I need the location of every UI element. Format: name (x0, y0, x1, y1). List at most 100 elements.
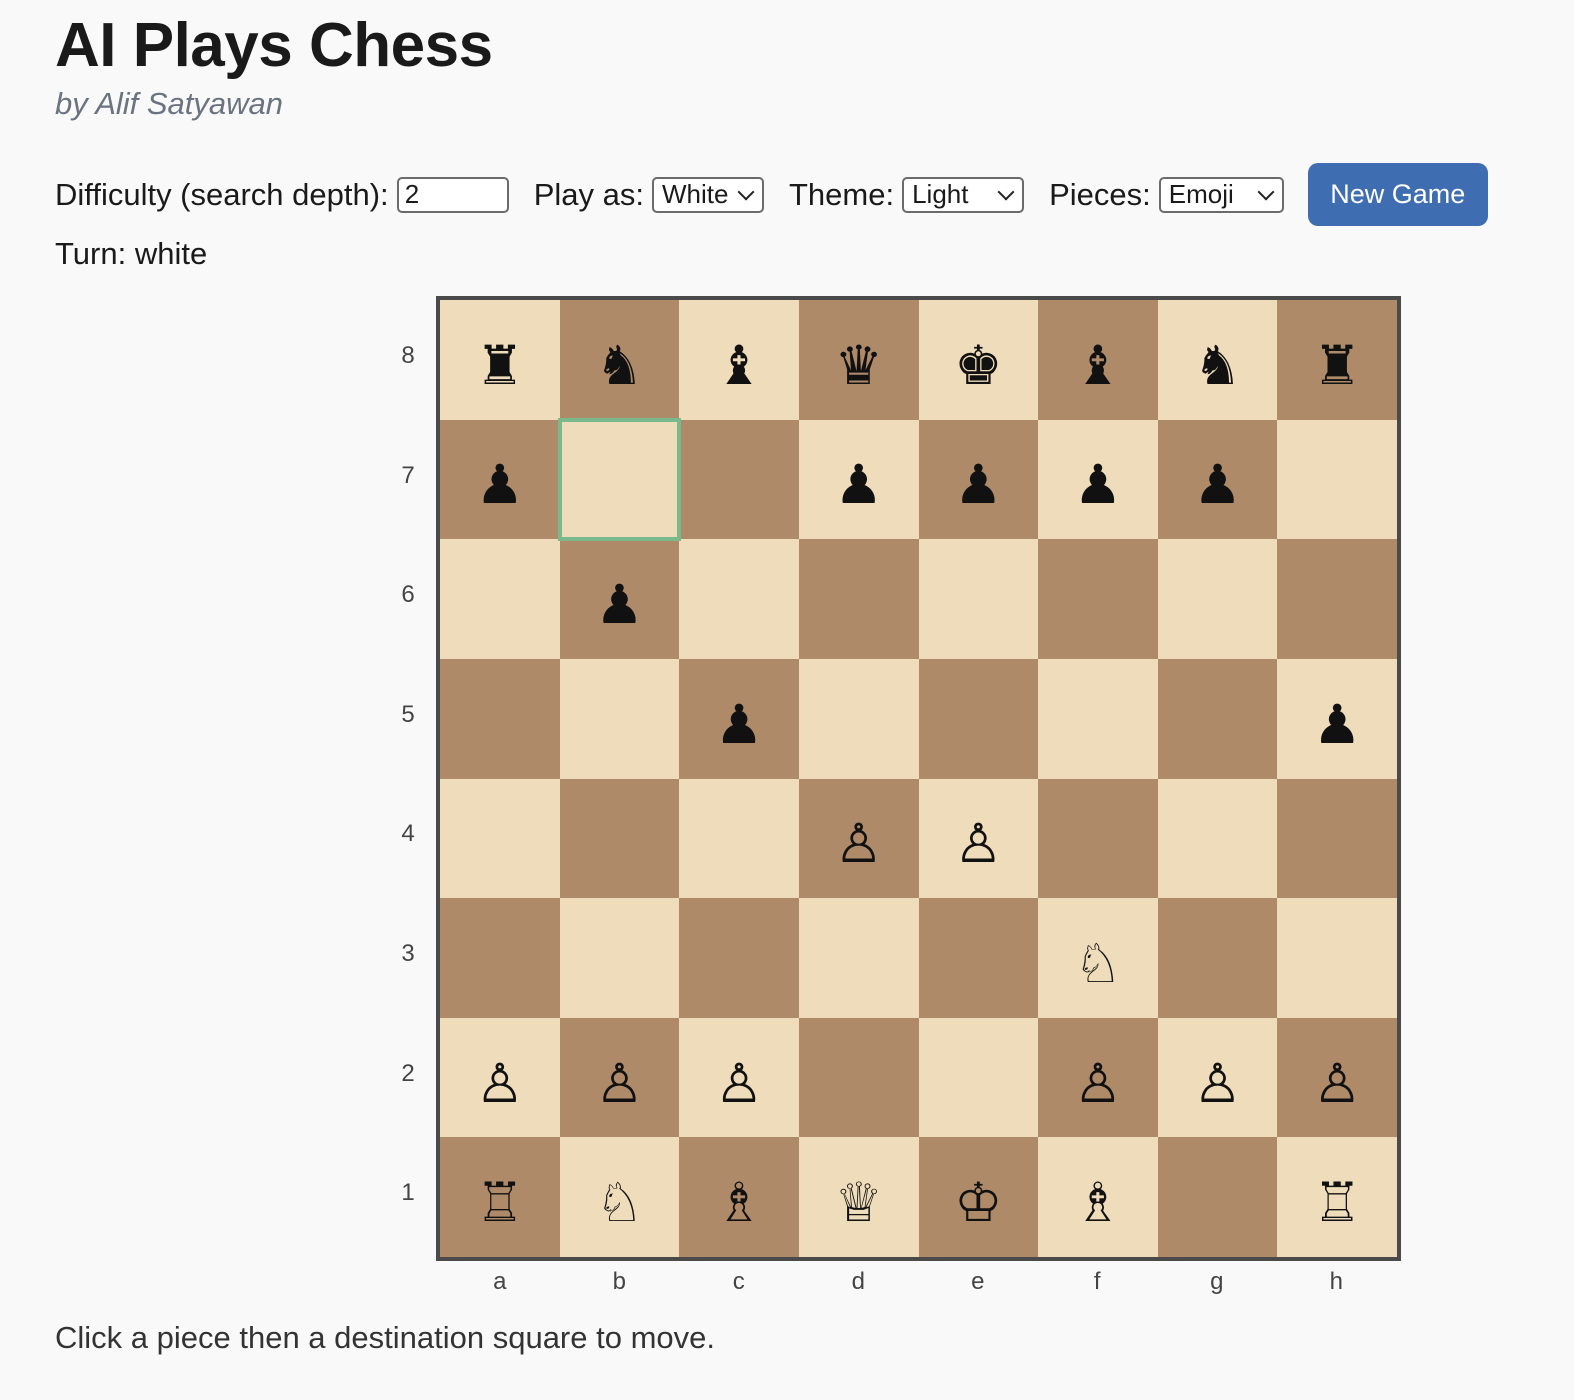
square-h3[interactable] (1277, 898, 1397, 1018)
black-rook-icon[interactable]: ♜ (1313, 338, 1361, 393)
square-b6[interactable]: ♟ (559, 539, 680, 659)
black-knight-icon[interactable]: ♞ (1193, 338, 1241, 393)
white-knight-icon[interactable]: ♘ (595, 1176, 643, 1230)
square-g3[interactable] (1157, 898, 1278, 1018)
square-e5[interactable] (918, 658, 1039, 779)
square-f6[interactable] (1038, 539, 1158, 659)
square-h2[interactable]: ♙ (1277, 1017, 1397, 1138)
square-h4[interactable] (1277, 778, 1397, 899)
black-king-icon[interactable]: ♚ (954, 338, 1002, 393)
black-pawn-icon[interactable]: ♟ (1193, 458, 1241, 512)
square-h8[interactable]: ♜ (1277, 300, 1397, 420)
square-c1[interactable]: ♗ (679, 1137, 799, 1257)
square-e7[interactable]: ♟ (918, 419, 1039, 540)
square-f5[interactable] (1038, 658, 1158, 779)
white-rook-icon[interactable]: ♖ (476, 1176, 524, 1230)
white-king-icon[interactable]: ♔ (954, 1176, 1002, 1230)
square-a1[interactable]: ♖ (440, 1137, 560, 1257)
square-g7[interactable]: ♟ (1157, 419, 1278, 540)
white-pawn-icon[interactable]: ♙ (1074, 1056, 1122, 1111)
square-d1[interactable]: ♕ (798, 1137, 919, 1257)
white-bishop-icon[interactable]: ♗ (1074, 1176, 1122, 1230)
black-bishop-icon[interactable]: ♝ (1074, 338, 1122, 393)
square-a6[interactable] (440, 539, 560, 659)
square-f3[interactable]: ♘ (1038, 898, 1158, 1018)
theme-select[interactable]: Light (902, 176, 1025, 213)
square-c8[interactable]: ♝ (679, 300, 799, 420)
square-c6[interactable] (679, 539, 799, 659)
black-pawn-icon[interactable]: ♟ (715, 697, 763, 752)
square-a3[interactable] (440, 898, 560, 1018)
square-h6[interactable] (1277, 539, 1397, 659)
white-pawn-icon[interactable]: ♙ (1193, 1056, 1241, 1111)
pieces-select[interactable]: Emoji (1158, 176, 1284, 213)
square-a5[interactable] (440, 658, 560, 779)
square-f2[interactable]: ♙ (1038, 1017, 1158, 1138)
square-g4[interactable] (1157, 778, 1278, 899)
square-f7[interactable]: ♟ (1038, 419, 1158, 540)
square-c7[interactable] (679, 419, 799, 540)
black-pawn-icon[interactable]: ♟ (1313, 697, 1361, 752)
square-e4[interactable]: ♙ (918, 778, 1039, 899)
new-game-button[interactable]: New Game (1307, 163, 1488, 226)
white-queen-icon[interactable]: ♕ (834, 1176, 882, 1230)
black-rook-icon[interactable]: ♜ (476, 338, 524, 393)
square-b4[interactable] (559, 778, 680, 899)
white-pawn-icon[interactable]: ♙ (1313, 1056, 1361, 1111)
black-pawn-icon[interactable]: ♟ (476, 458, 524, 512)
square-b1[interactable]: ♘ (559, 1137, 680, 1257)
square-d4[interactable]: ♙ (798, 778, 919, 899)
white-pawn-icon[interactable]: ♙ (715, 1056, 763, 1111)
square-d5[interactable] (798, 658, 919, 779)
square-b5[interactable] (559, 658, 680, 779)
white-rook-icon[interactable]: ♖ (1313, 1176, 1361, 1230)
white-pawn-icon[interactable]: ♙ (595, 1056, 643, 1111)
black-pawn-icon[interactable]: ♟ (834, 458, 882, 512)
white-knight-icon[interactable]: ♘ (1074, 936, 1122, 991)
black-queen-icon[interactable]: ♛ (834, 338, 882, 393)
black-bishop-icon[interactable]: ♝ (715, 338, 763, 393)
square-g1[interactable] (1157, 1137, 1278, 1257)
square-b3[interactable] (559, 898, 680, 1018)
square-f8[interactable]: ♝ (1038, 300, 1158, 420)
black-knight-icon[interactable]: ♞ (595, 338, 643, 393)
square-d3[interactable] (798, 898, 919, 1018)
white-pawn-icon[interactable]: ♙ (834, 817, 882, 871)
square-g5[interactable] (1157, 658, 1278, 779)
square-e1[interactable]: ♔ (918, 1137, 1039, 1257)
square-d6[interactable] (798, 539, 919, 659)
square-d2[interactable] (798, 1017, 919, 1138)
square-g6[interactable] (1157, 539, 1278, 659)
square-e2[interactable] (918, 1017, 1039, 1138)
square-d8[interactable]: ♛ (798, 300, 919, 420)
square-e8[interactable]: ♚ (918, 300, 1039, 420)
square-h7[interactable] (1277, 419, 1397, 540)
square-c5[interactable]: ♟ (679, 658, 799, 779)
square-h1[interactable]: ♖ (1277, 1137, 1397, 1257)
square-a4[interactable] (440, 778, 560, 899)
square-e6[interactable] (918, 539, 1039, 659)
difficulty-input[interactable]: 2 (396, 176, 509, 213)
square-f1[interactable]: ♗ (1038, 1137, 1158, 1257)
square-b7[interactable] (557, 417, 682, 542)
play-as-select[interactable]: White (651, 176, 764, 213)
white-pawn-icon[interactable]: ♙ (476, 1056, 524, 1111)
square-b8[interactable]: ♞ (559, 300, 680, 420)
square-c4[interactable] (679, 778, 799, 899)
square-a8[interactable]: ♜ (440, 300, 560, 420)
square-h5[interactable]: ♟ (1277, 658, 1397, 779)
square-g8[interactable]: ♞ (1157, 300, 1278, 420)
square-d7[interactable]: ♟ (798, 419, 919, 540)
square-b2[interactable]: ♙ (559, 1017, 680, 1138)
black-pawn-icon[interactable]: ♟ (1074, 458, 1122, 512)
square-e3[interactable] (918, 898, 1039, 1018)
white-pawn-icon[interactable]: ♙ (954, 817, 1002, 871)
square-c3[interactable] (679, 898, 799, 1018)
white-bishop-icon[interactable]: ♗ (715, 1176, 763, 1230)
black-pawn-icon[interactable]: ♟ (595, 578, 643, 632)
square-c2[interactable]: ♙ (679, 1017, 799, 1138)
black-pawn-icon[interactable]: ♟ (954, 458, 1002, 512)
square-a2[interactable]: ♙ (440, 1017, 560, 1138)
square-a7[interactable]: ♟ (440, 419, 560, 540)
square-f4[interactable] (1038, 778, 1158, 899)
